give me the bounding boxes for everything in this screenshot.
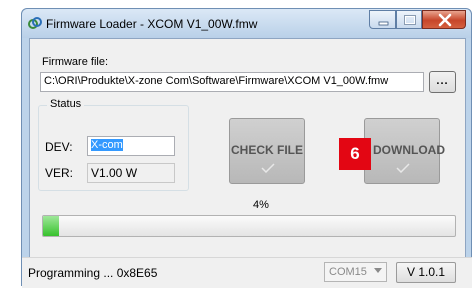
progress-bar [42, 215, 456, 237]
check-file-button[interactable]: CHECK FILE [229, 118, 305, 184]
checkmark-icon [261, 163, 275, 173]
firmware-path-field[interactable]: C:\ORI\Produkte\X-zone Com\Software\Firm… [40, 72, 424, 92]
firmware-loader-window: Firmware Loader - XCOM V1_00W.fmw Firmwa… [21, 8, 472, 288]
com-port-select[interactable]: COM15 [324, 262, 387, 282]
ver-label: VER: [45, 166, 74, 180]
com-port-value: COM15 [329, 266, 367, 278]
step-number-badge: 6 [339, 138, 371, 170]
dev-field[interactable]: X-com [87, 136, 175, 156]
progress-fill [43, 216, 60, 236]
download-button[interactable]: DOWNLOAD [364, 118, 445, 184]
ver-field: V1.00 W [87, 163, 175, 183]
status-text: Programming ... 0x8E65 [28, 266, 158, 280]
close-icon [438, 13, 452, 27]
maximize-button[interactable] [396, 10, 422, 29]
check-file-label: CHECK FILE [231, 143, 303, 157]
status-bar: Programming ... 0x8E65 COM15 V 1.0.1 [22, 257, 472, 288]
app-icon [28, 17, 42, 29]
title-bar[interactable]: Firmware Loader - XCOM V1_00W.fmw [22, 9, 471, 38]
checkmark-icon [396, 163, 410, 173]
chevron-down-icon [374, 268, 382, 273]
window-title: Firmware Loader - XCOM V1_00W.fmw [46, 17, 258, 31]
client-area: Firmware file: C:\ORI\Produkte\X-zone Co… [29, 38, 466, 261]
download-label: DOWNLOAD [373, 143, 445, 157]
version-button[interactable]: V 1.0.1 [396, 262, 456, 283]
minimize-button[interactable] [369, 10, 396, 29]
status-legend: Status [47, 98, 85, 110]
firmware-file-label: Firmware file: [42, 56, 109, 68]
close-button[interactable] [422, 10, 466, 29]
minimize-icon [378, 21, 389, 26]
progress-percent: 4% [253, 199, 269, 211]
dev-label: DEV: [45, 140, 73, 154]
dev-value: X-com [91, 139, 123, 151]
browse-button[interactable]: ... [429, 71, 456, 93]
maximize-icon [404, 15, 416, 25]
